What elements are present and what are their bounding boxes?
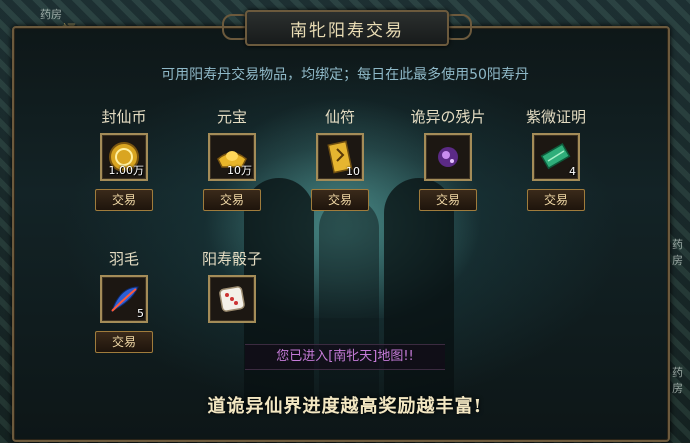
item-quantity: 4 <box>569 165 576 178</box>
trade-button[interactable]: 交易 <box>95 189 153 211</box>
item-name: 紫微证明 <box>525 108 586 126</box>
item-name: 元宝 <box>216 108 247 126</box>
item-slot[interactable]: 10 <box>316 133 364 181</box>
purple-orb-icon <box>438 147 458 167</box>
trade-button[interactable]: 交易 <box>203 189 261 211</box>
item-quantity: 5 <box>137 307 144 320</box>
item-slot[interactable]: 10万 <box>208 133 256 181</box>
item-name: 阳寿骰子 <box>201 250 262 268</box>
map-entry-notice: 您已进入[南牝天]地图!! <box>245 344 445 370</box>
map-label: 药房 <box>672 238 683 267</box>
trade-item-xianfu: 仙符 10 交易 <box>295 106 385 211</box>
item-slot[interactable]: 5 <box>100 275 148 323</box>
item-name: 仙符 <box>324 108 355 126</box>
trade-button[interactable]: 交易 <box>311 189 369 211</box>
statue-silhouette <box>384 178 454 408</box>
trade-item-dice: 阳寿骰子 <box>187 248 277 323</box>
trade-button[interactable]: 交易 <box>419 189 477 211</box>
item-slot[interactable]: 1.00万 <box>100 133 148 181</box>
trade-button[interactable]: 交易 <box>527 189 585 211</box>
trade-dialog <box>12 26 670 442</box>
item-slot[interactable]: 4 <box>532 133 580 181</box>
footer-hint: 道诡异仙界进度越高奖励越丰富! <box>207 396 483 417</box>
item-quantity: 10万 <box>227 164 252 177</box>
trade-item-fengxianbi: 封仙币 1.00万 交易 <box>79 106 169 211</box>
trade-item-ziwei: 紫微证明 4 交易 <box>511 106 601 211</box>
trade-item-yuanbao: 元宝 10万 交易 <box>187 106 277 211</box>
item-name: 诡异の残片 <box>410 108 486 126</box>
trade-item-feather: 羽毛 5 交易 <box>79 248 169 353</box>
item-quantity: 10 <box>346 165 360 178</box>
item-name: 封仙币 <box>101 108 147 126</box>
trade-button[interactable]: 交易 <box>95 331 153 353</box>
item-slot[interactable] <box>208 275 256 323</box>
statue-silhouette <box>319 198 379 408</box>
dice-icon <box>219 286 245 312</box>
trade-item-fragment: 诡异の残片 交易 <box>403 106 493 211</box>
item-name: 羽毛 <box>108 250 139 268</box>
map-label: 药房 <box>40 8 62 21</box>
trade-info-text: 可用阳寿丹交易物品，均绑定；每日在此最多使用50阳寿丹 <box>161 67 529 83</box>
item-slot[interactable] <box>424 133 472 181</box>
item-quantity: 1.00万 <box>108 164 145 177</box>
dialog-title: 南牝阳寿交易 <box>245 10 449 46</box>
